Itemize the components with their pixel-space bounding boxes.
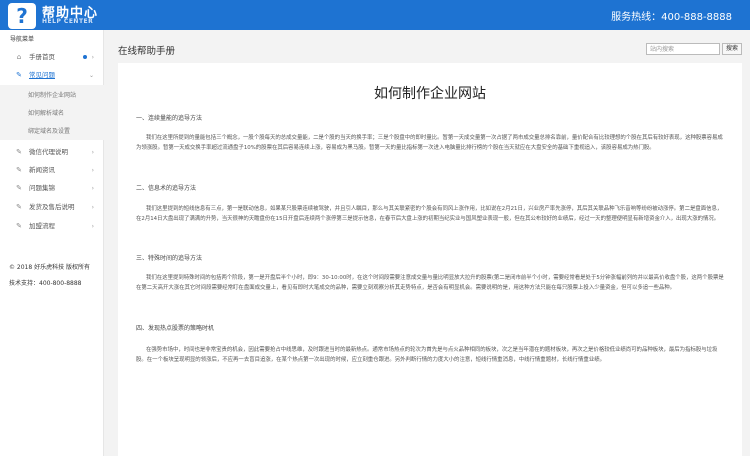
section-heading: 三、特殊时间的追导方法 [136,255,203,262]
chevron-right-icon: › [91,167,94,174]
top-header: ? 帮助中心 HELP CENTER 服务热线：400-888-8888 [0,0,750,30]
sidebar-item-news[interactable]: ✎ 新闻资讯 › [0,162,104,179]
sidebar-item-faq[interactable]: ✎ 常见问题 ⌄ [0,67,104,84]
search-input[interactable] [646,43,720,55]
section-heading: 一、连续量能的追导方法 [136,115,203,122]
section-body: 在强势市场中，时间也是非常宝贵的机会，因此需要抢占中线思维，及时跟进当时的最新热… [136,347,718,363]
section-body: 我们这里提到的短线信息有三点，第一是联动信息，如果某只股票连续被驾驶，并且引人瞩… [136,206,723,222]
submenu-item-dns[interactable]: 如何解析域名 [28,109,64,118]
sidebar-item-label: 问题集锦 [29,184,55,192]
sidebar-item-label: 加盟流程 [29,222,55,230]
sidebar-item-home[interactable]: ⌂ 手册首页 › [0,49,104,66]
chevron-right-icon: › [91,149,94,156]
active-dot-icon [83,55,87,59]
article-panel: 如何制作企业网站 一、连续量能的追导方法 我们在这里所提到的量能包括三个概念，一… [118,63,742,456]
chevron-right-icon: › [91,185,94,192]
section-body: 我们在这里所提到的量能包括三个概念，一股个股每天的总成交量能，二是个股的当天的换… [136,135,723,151]
sidebar-item-label: 手册首页 [29,53,55,61]
edit-icon: ✎ [16,166,22,174]
help-logo-icon[interactable]: ? [8,3,36,29]
section-heading: 四、发现热点股票的策略时机 [136,325,215,332]
sidebar-item-wechat-agent[interactable]: ✎ 微信代理说明 › [0,144,104,161]
sidebar-item-label: 常见问题 [29,71,55,79]
chevron-down-icon: ⌄ [88,72,94,79]
chevron-right-icon: › [91,54,94,61]
service-hotline: 服务热线：400-888-8888 [611,12,732,23]
sidebar-item-label: 发货及售后说明 [29,203,75,211]
sidebar-item-franchise[interactable]: ✎ 加盟流程 › [0,218,104,235]
tech-support-text: 技术支持：400-800-8888 [9,280,82,287]
page-title: 在线帮助手册 [118,46,176,57]
chevron-right-icon: › [91,204,94,211]
edit-icon: ✎ [16,184,22,192]
site-subtitle: HELP CENTER [42,18,94,25]
home-icon: ⌂ [16,53,22,61]
edit-icon: ✎ [16,222,22,230]
nav-menu-title: 导航菜单 [10,36,35,43]
submenu-item-build-site[interactable]: 如何制作企业网站 [28,91,76,100]
sidebar-item-shipping[interactable]: ✎ 发货及售后说明 › [0,199,104,216]
copyright-text: © 2018 好乐虎科技 版权所有 [9,264,90,271]
submenu-item-bind-domain[interactable]: 绑定域名及设置 [28,127,70,136]
faq-submenu: 如何制作企业网站 如何解析域名 绑定域名及设置 [0,85,104,140]
sidebar-item-issues[interactable]: ✎ 问题集锦 › [0,180,104,197]
edit-icon: ✎ [16,148,22,156]
section-body: 我们在这里提到特殊时间的包括两个阶段，第一是开盘后半个小时，即9：30-10:0… [136,275,724,291]
sidebar-item-label: 新闻资讯 [29,166,55,174]
article-title: 如何制作企业网站 [374,86,486,102]
search-button[interactable]: 搜索 [722,43,742,55]
edit-icon: ✎ [16,203,22,211]
sidebar-item-label: 微信代理说明 [29,148,68,156]
section-heading: 二、信息术的追导方法 [136,185,197,192]
edit-icon: ✎ [16,71,22,79]
chevron-right-icon: › [91,223,94,230]
